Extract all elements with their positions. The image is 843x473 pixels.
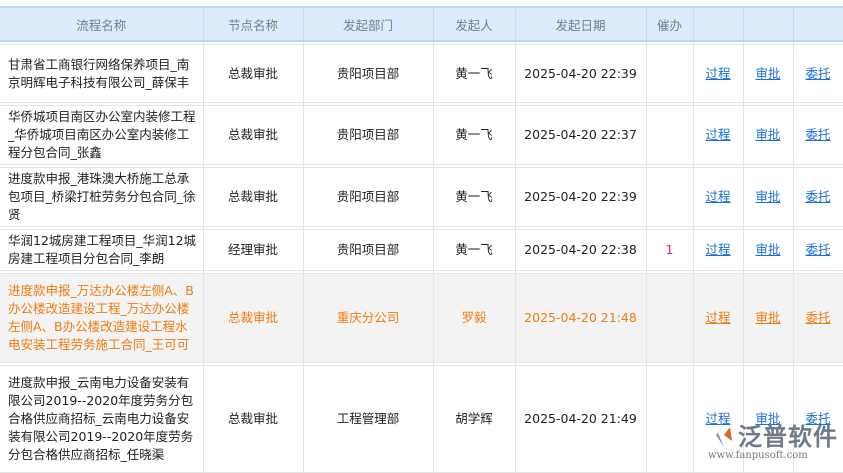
col-header-name[interactable]: 流程名称 bbox=[0, 8, 204, 42]
node-name: 总裁审批 bbox=[203, 273, 304, 363]
node-name: 总裁审批 bbox=[203, 44, 304, 103]
delegate-link[interactable]: 委托 bbox=[805, 127, 830, 142]
table-row[interactable]: 华侨城项目南区办公室内装修工程_华侨城项目南区办公室内装修工程分包合同_张鑫 总… bbox=[0, 105, 843, 165]
node-name: 总裁审批 bbox=[203, 167, 304, 227]
flow-name: 进度款申报_港珠澳大桥施工总承包项目_桥梁打桩劳务分包合同_徐贤 bbox=[0, 167, 204, 227]
approve-link[interactable]: 审批 bbox=[755, 310, 780, 325]
initiator: 黄一飞 bbox=[433, 167, 516, 227]
initiator: 黄一飞 bbox=[433, 229, 516, 271]
process-link[interactable]: 过程 bbox=[705, 242, 730, 257]
flow-name: 进度款申报_万达办公楼左侧A、B办公楼改造建设工程_万达办公楼左侧A、B办公楼改… bbox=[0, 273, 204, 363]
delegate-link[interactable]: 委托 bbox=[805, 310, 830, 325]
delegate-cell: 委托 bbox=[793, 229, 843, 271]
table-row[interactable]: 进度款申报_港珠澳大桥施工总承包项目_桥梁打桩劳务分包合同_徐贤 总裁审批 贵阳… bbox=[0, 167, 843, 227]
start-date: 2025-04-20 21:49 bbox=[515, 365, 647, 473]
flow-name: 甘肃省工商银行网络保养项目_南京明辉电子科技有限公司_薛保丰 bbox=[0, 44, 204, 103]
dept: 贵阳项目部 bbox=[303, 229, 434, 271]
dept: 贵阳项目部 bbox=[303, 105, 434, 165]
urge-count bbox=[646, 167, 694, 227]
col-header-dept[interactable]: 发起部门 bbox=[303, 8, 434, 42]
process-cell: 过程 bbox=[693, 229, 744, 271]
start-date: 2025-04-20 22:39 bbox=[515, 44, 647, 103]
col-header-action3 bbox=[793, 8, 843, 42]
logo-url: www.fanpusoft.com bbox=[708, 450, 808, 461]
delegate-cell: 委托 bbox=[793, 44, 843, 103]
approve-link[interactable]: 审批 bbox=[755, 127, 780, 142]
delegate-cell: 委托 bbox=[793, 105, 843, 165]
initiator: 罗毅 bbox=[433, 273, 516, 363]
process-cell: 过程 bbox=[693, 44, 744, 103]
initiator: 黄一飞 bbox=[433, 105, 516, 165]
approve-cell: 审批 bbox=[743, 273, 794, 363]
dept: 重庆分公司 bbox=[303, 273, 434, 363]
col-header-person[interactable]: 发起人 bbox=[433, 8, 516, 42]
flow-name: 进度款申报_云南电力设备安装有限公司2019--2020年度劳务分包合格供应商招… bbox=[0, 365, 204, 473]
header-row: 流程名称 节点名称 发起部门 发起人 发起日期 催办 bbox=[0, 8, 843, 42]
process-link[interactable]: 过程 bbox=[705, 127, 730, 142]
start-date: 2025-04-20 21:48 bbox=[515, 273, 647, 363]
delegate-link[interactable]: 委托 bbox=[805, 189, 830, 204]
urge-count bbox=[646, 105, 694, 165]
process-cell: 过程 bbox=[693, 105, 744, 165]
dept: 贵阳项目部 bbox=[303, 167, 434, 227]
initiator: 胡学辉 bbox=[433, 365, 516, 473]
urge-count: 1 bbox=[646, 229, 694, 271]
process-cell: 过程 bbox=[693, 273, 744, 363]
table-row[interactable]: 华润12城房建工程项目_华润12城房建工程项目分包合同_李朗 经理审批 贵阳项目… bbox=[0, 229, 843, 271]
col-header-date[interactable]: 发起日期 bbox=[515, 8, 647, 42]
approve-cell: 审批 bbox=[743, 44, 794, 103]
dept: 工程管理部 bbox=[303, 365, 434, 473]
process-link[interactable]: 过程 bbox=[705, 66, 730, 81]
flow-name: 华侨城项目南区办公室内装修工程_华侨城项目南区办公室内装修工程分包合同_张鑫 bbox=[0, 105, 204, 165]
col-header-node[interactable]: 节点名称 bbox=[203, 8, 304, 42]
node-name: 总裁审批 bbox=[203, 105, 304, 165]
node-name: 经理审批 bbox=[203, 229, 304, 271]
approve-link[interactable]: 审批 bbox=[755, 242, 780, 257]
table-row[interactable]: 甘肃省工商银行网络保养项目_南京明辉电子科技有限公司_薛保丰 总裁审批 贵阳项目… bbox=[0, 44, 843, 103]
approve-link[interactable]: 审批 bbox=[755, 189, 780, 204]
workflow-table: 流程名称 节点名称 发起部门 发起人 发起日期 催办 甘肃省工商银行网络保养项目… bbox=[0, 8, 843, 473]
delegate-link[interactable]: 委托 bbox=[805, 66, 830, 81]
col-header-action1 bbox=[693, 8, 744, 42]
urge-count bbox=[646, 365, 694, 473]
approve-cell: 审批 bbox=[743, 229, 794, 271]
urge-count bbox=[646, 273, 694, 363]
approve-cell: 审批 bbox=[743, 167, 794, 227]
process-link[interactable]: 过程 bbox=[705, 189, 730, 204]
start-date: 2025-04-20 22:38 bbox=[515, 229, 647, 271]
fanpu-logo: 泛普软件 www.fanpusoft.com bbox=[708, 415, 843, 465]
col-header-urge[interactable]: 催办 bbox=[646, 8, 694, 42]
dept: 贵阳项目部 bbox=[303, 44, 434, 103]
process-cell: 过程 bbox=[693, 167, 744, 227]
table-row[interactable]: 进度款申报_万达办公楼左侧A、B办公楼改造建设工程_万达办公楼左侧A、B办公楼改… bbox=[0, 273, 843, 363]
col-header-action2 bbox=[743, 8, 794, 42]
delegate-cell: 委托 bbox=[793, 167, 843, 227]
node-name: 总裁审批 bbox=[203, 365, 304, 473]
delegate-cell: 委托 bbox=[793, 273, 843, 363]
logo-text: 泛普软件 bbox=[738, 423, 838, 451]
process-link[interactable]: 过程 bbox=[705, 310, 730, 325]
start-date: 2025-04-20 22:39 bbox=[515, 167, 647, 227]
initiator: 黄一飞 bbox=[433, 44, 516, 103]
approve-cell: 审批 bbox=[743, 105, 794, 165]
approve-link[interactable]: 审批 bbox=[755, 66, 780, 81]
flow-name: 华润12城房建工程项目_华润12城房建工程项目分包合同_李朗 bbox=[0, 229, 204, 271]
urge-count bbox=[646, 44, 694, 103]
start-date: 2025-04-20 22:37 bbox=[515, 105, 647, 165]
delegate-link[interactable]: 委托 bbox=[805, 242, 830, 257]
logo-mark-icon bbox=[716, 421, 732, 447]
